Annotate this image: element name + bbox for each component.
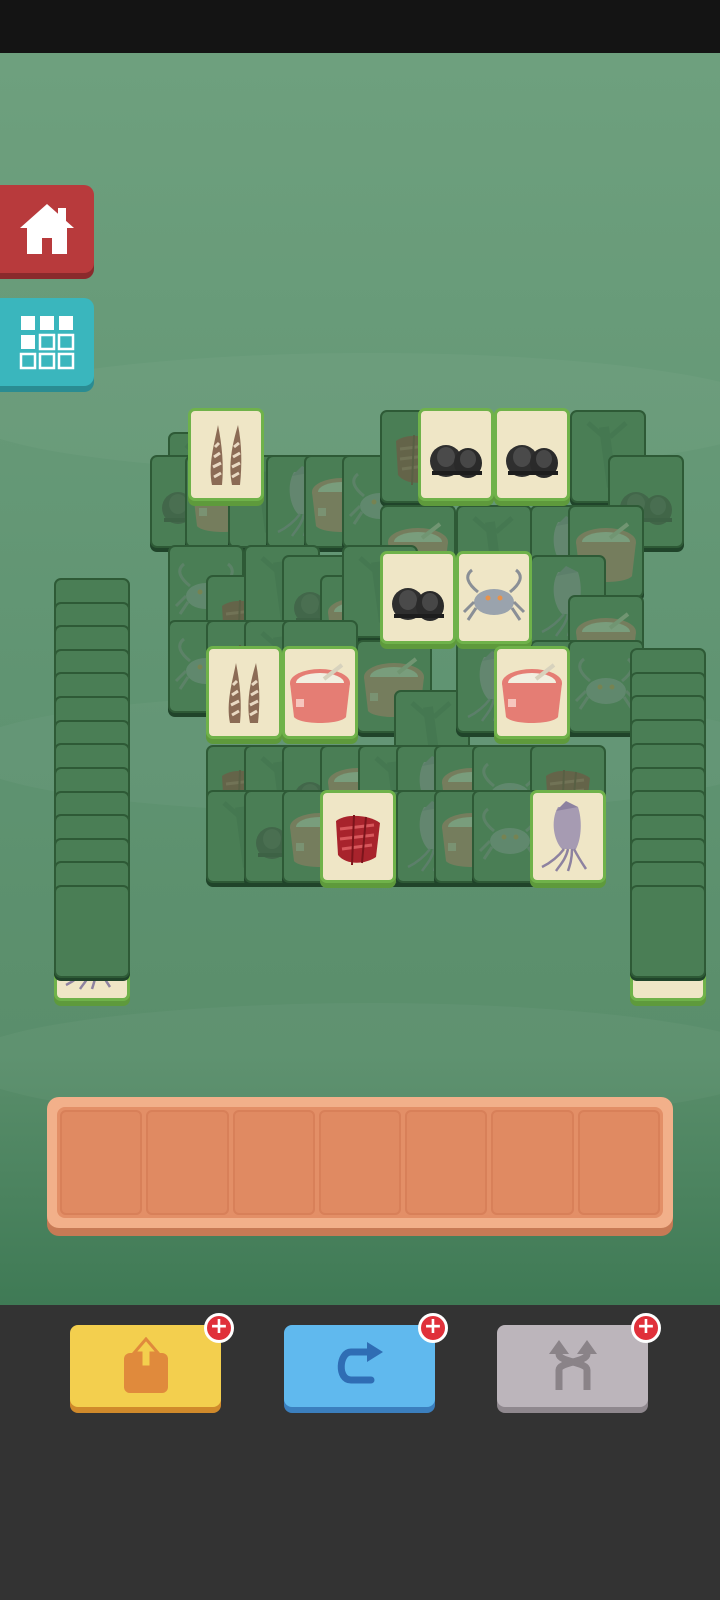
squid-icon: [533, 793, 603, 880]
tray-slot: [577, 1110, 660, 1215]
grid-icon: [19, 316, 75, 370]
tray-slot: [60, 1110, 143, 1215]
soup-bowl-icon: [285, 649, 355, 736]
home-icon: [20, 204, 74, 254]
tile-soup-bowl[interactable]: [282, 646, 358, 739]
seashell-icon: [209, 649, 279, 736]
tray-slot: [405, 1110, 488, 1215]
tray-slots: [57, 1107, 663, 1218]
stacked-tile: [630, 885, 706, 978]
crab-icon: [459, 554, 529, 641]
tile-soup-bowl[interactable]: [494, 646, 570, 739]
tile-snail[interactable]: [494, 408, 570, 501]
tile-crab[interactable]: [456, 551, 532, 644]
seashell-icon: [191, 411, 261, 498]
tile-seashell[interactable]: [188, 408, 264, 501]
tile-snail[interactable]: [418, 408, 494, 501]
meat-icon: [323, 793, 393, 880]
undo-tile-button[interactable]: +: [70, 1313, 234, 1407]
tray-slot: [491, 1110, 574, 1215]
redo-icon: [337, 1342, 383, 1384]
undo-icon: [123, 1337, 168, 1393]
status-bar: [0, 0, 720, 53]
tile-squid[interactable]: [530, 790, 606, 883]
snail-icon: [383, 554, 453, 641]
shuffle-add-badge[interactable]: +: [631, 1313, 661, 1343]
home-button[interactable]: [0, 185, 94, 273]
tile-seashell[interactable]: [206, 646, 282, 739]
shuffle-icon: [548, 1340, 597, 1390]
tile-snail[interactable]: [380, 551, 456, 644]
shuffle-button[interactable]: +: [497, 1313, 661, 1407]
tray-slot: [146, 1110, 229, 1215]
tile-tray: [47, 1097, 673, 1228]
stacked-tile: [54, 885, 130, 978]
tray-slot: [232, 1110, 315, 1215]
tray-slot: [318, 1110, 402, 1215]
undo-add-badge[interactable]: +: [204, 1313, 234, 1343]
snail-icon: [421, 411, 491, 498]
redo-add-badge[interactable]: +: [418, 1313, 448, 1343]
tile-meat[interactable]: [320, 790, 396, 883]
snail-icon: [497, 411, 567, 498]
soup-bowl-icon: [497, 649, 567, 736]
levels-button[interactable]: [0, 298, 94, 386]
redo-button[interactable]: +: [284, 1313, 448, 1407]
